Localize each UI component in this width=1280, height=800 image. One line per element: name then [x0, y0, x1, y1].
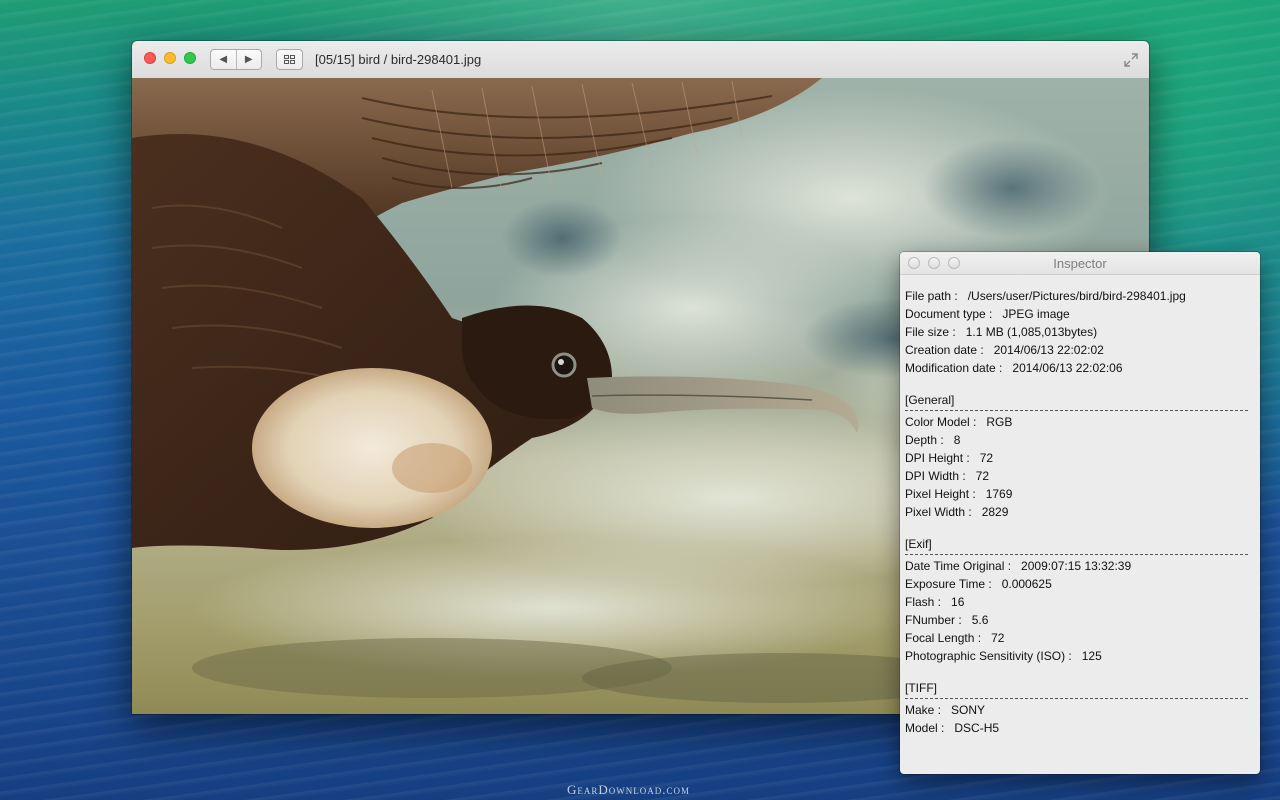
- info-value: 72: [975, 469, 990, 483]
- info-row: Photographic Sensitivity (ISO) : 125: [905, 647, 1248, 665]
- info-key: Depth :: [905, 433, 944, 447]
- info-row: Date Time Original : 2009:07:15 13:32:39: [905, 557, 1248, 575]
- inspector-titlebar[interactable]: Inspector: [900, 252, 1260, 275]
- exif-section-header: [Exif]: [905, 537, 932, 551]
- info-row: DPI Height : 72: [905, 449, 1248, 467]
- info-key: Exposure Time :: [905, 577, 992, 591]
- info-key: File size :: [905, 325, 956, 339]
- info-value: 72: [991, 631, 1005, 645]
- window-title: [05/15] bird / bird-298401.jpg: [315, 52, 482, 67]
- navigation-button-group: ◀ ▶: [210, 49, 262, 70]
- info-key: FNumber :: [905, 613, 962, 627]
- info-key: Model :: [905, 721, 945, 735]
- inspector-title: Inspector: [1053, 256, 1107, 271]
- info-row: Color Model : RGB: [905, 413, 1248, 431]
- tiff-section-header: [TIFF]: [905, 681, 937, 695]
- info-key: Flash :: [905, 595, 942, 609]
- info-row: Model : DSC-H5: [905, 719, 1248, 737]
- zoom-window-button[interactable]: [184, 52, 196, 64]
- fullscreen-expand-icon[interactable]: [1123, 52, 1139, 68]
- info-key: Pixel Height :: [905, 487, 976, 501]
- info-value: 16: [951, 595, 965, 609]
- info-value: DSC-H5: [954, 721, 1000, 735]
- file-info-section: File path : /Users/user/Pictures/bird/bir…: [905, 287, 1248, 377]
- info-key: Date Time Original :: [905, 559, 1012, 573]
- divider: [905, 554, 1248, 556]
- info-value: JPEG image: [1002, 307, 1070, 321]
- thumbnail-grid-button[interactable]: [276, 49, 303, 70]
- divider: [905, 410, 1248, 412]
- info-key: Color Model :: [905, 415, 977, 429]
- info-key: Creation date :: [905, 343, 984, 357]
- info-row: Make : SONY: [905, 701, 1248, 719]
- previous-image-button[interactable]: ◀: [211, 50, 236, 69]
- next-image-button[interactable]: ▶: [235, 50, 262, 69]
- info-row: Pixel Width : 2829: [905, 503, 1248, 521]
- divider: [905, 698, 1248, 700]
- info-row: Document type : JPEG image: [905, 305, 1248, 323]
- info-key: Pixel Width :: [905, 505, 972, 519]
- info-value: 5.6: [971, 613, 989, 627]
- info-row: Modification date : 2014/06/13 22:02:06: [905, 359, 1248, 377]
- info-key: Document type :: [905, 307, 993, 321]
- triangle-left-icon: ◀: [219, 54, 228, 65]
- tiff-section: Make : SONY Model : DSC-H5: [905, 701, 1248, 737]
- info-key: Modification date :: [905, 361, 1003, 375]
- info-value: 2829: [981, 505, 1009, 519]
- info-value: 2014/06/13 22:02:06: [1012, 361, 1123, 375]
- viewer-titlebar[interactable]: ◀ ▶ [05/15] bird / bird-298401.jpg: [132, 41, 1149, 79]
- info-value: RGB: [986, 415, 1013, 429]
- thumbnail-grid-icon: [284, 55, 295, 64]
- info-key: File path :: [905, 289, 958, 303]
- exif-section: Date Time Original : 2009:07:15 13:32:39 E…: [905, 557, 1248, 665]
- watermark-text: GearDownload.com: [567, 782, 691, 797]
- info-value: 1769: [985, 487, 1013, 501]
- triangle-right-icon: ▶: [244, 54, 253, 65]
- minimize-window-button[interactable]: [164, 52, 176, 64]
- close-window-button[interactable]: [144, 52, 156, 64]
- info-row: FNumber : 5.6: [905, 611, 1248, 629]
- info-value: 8: [953, 433, 961, 447]
- info-value: 2009:07:15 13:32:39: [1021, 559, 1132, 573]
- inspector-content: File path : /Users/user/Pictures/bird/bir…: [900, 275, 1260, 737]
- info-row: Exposure Time : 0.000625: [905, 575, 1248, 593]
- info-key: Make :: [905, 703, 942, 717]
- info-row: Depth : 8: [905, 431, 1248, 449]
- info-row: Creation date : 2014/06/13 22:02:02: [905, 341, 1248, 359]
- inspector-panel: Inspector File path : /Users/user/Picture…: [900, 252, 1260, 774]
- info-value: 0.000625: [1001, 577, 1052, 591]
- info-value: SONY: [951, 703, 986, 717]
- info-value: 125: [1081, 649, 1102, 663]
- info-row: Flash : 16: [905, 593, 1248, 611]
- info-row: Pixel Height : 1769: [905, 485, 1248, 503]
- info-key: DPI Height :: [905, 451, 970, 465]
- info-value: 1.1 MB (1,085,013bytes): [965, 325, 1098, 339]
- info-key: Photographic Sensitivity (ISO) :: [905, 649, 1072, 663]
- info-row: File path : /Users/user/Pictures/bird/bir…: [905, 287, 1248, 305]
- info-row: DPI Width : 72: [905, 467, 1248, 485]
- info-value: 2014/06/13 22:02:02: [993, 343, 1104, 357]
- general-section-header: [General]: [905, 393, 955, 407]
- info-row: File size : 1.1 MB (1,085,013bytes): [905, 323, 1248, 341]
- info-row: Focal Length : 72: [905, 629, 1248, 647]
- info-key: Focal Length :: [905, 631, 982, 645]
- info-value: /Users/user/Pictures/bird/bird-298401.jp…: [967, 289, 1186, 303]
- info-value: 72: [979, 451, 994, 465]
- general-section: Color Model : RGB Depth :8 DPI Height :72 DP…: [905, 413, 1248, 521]
- info-key: DPI Width :: [905, 469, 966, 483]
